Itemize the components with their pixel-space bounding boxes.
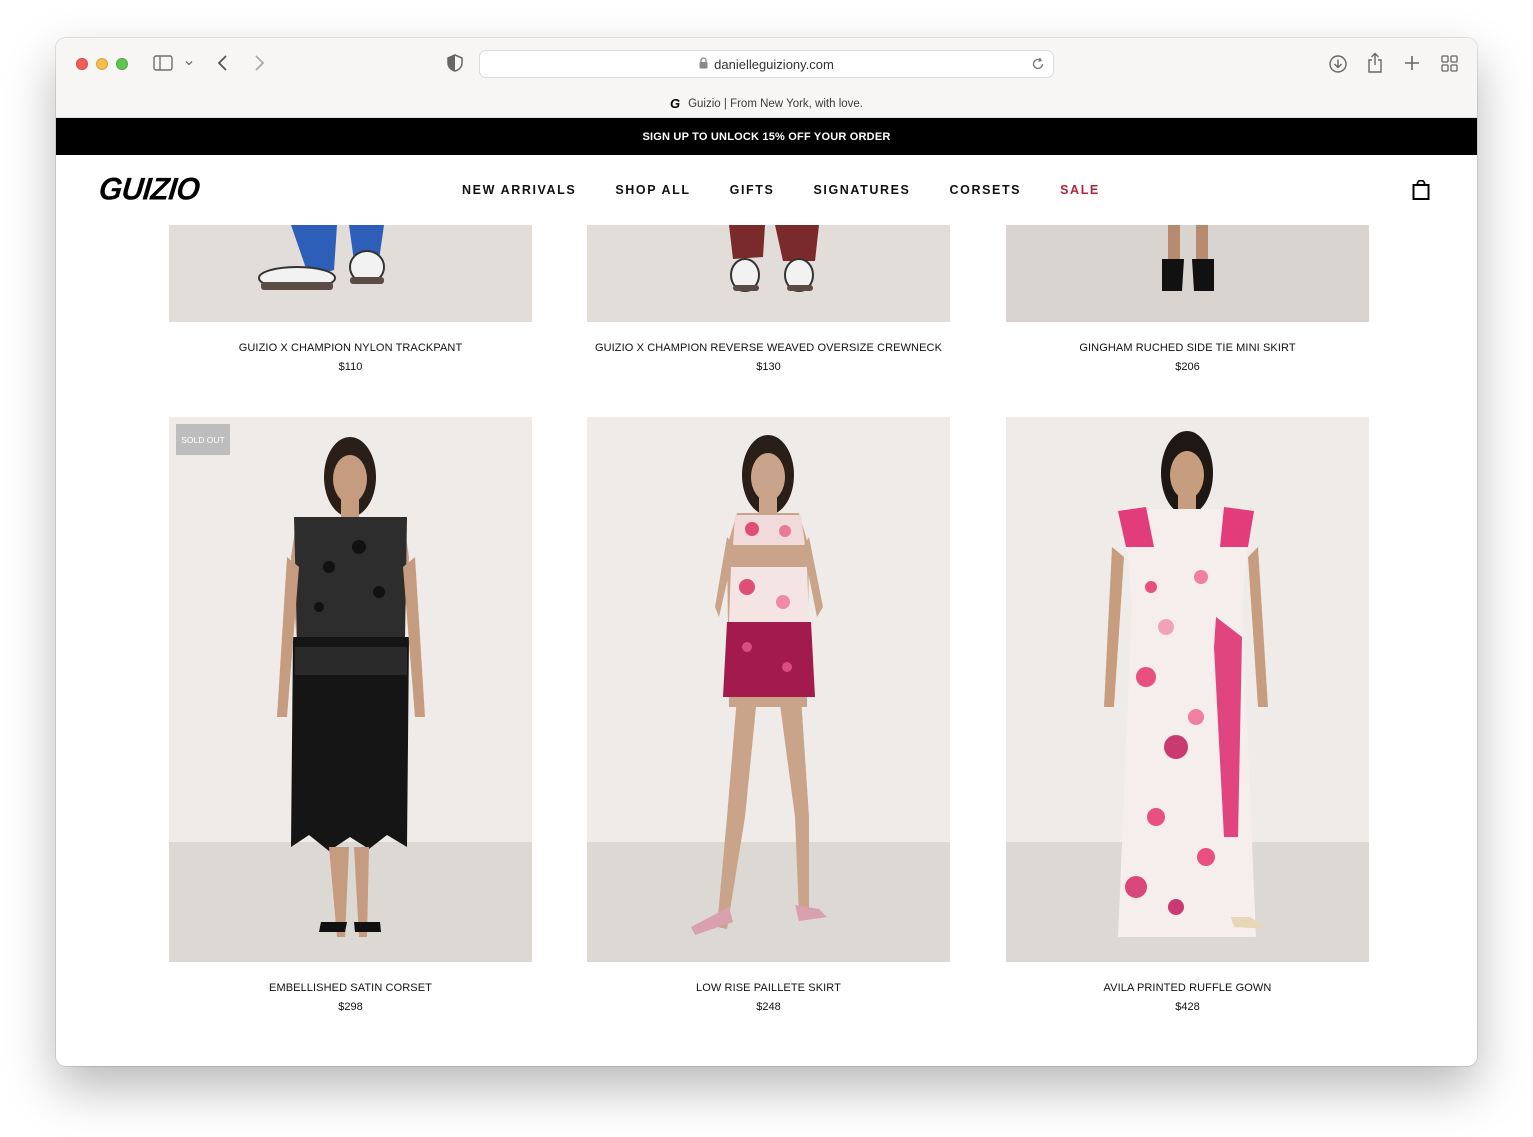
new-tab-plus-icon[interactable] [1404,55,1420,71]
zoom-window-button[interactable] [116,58,128,70]
product-image[interactable] [1006,417,1369,962]
product-image[interactable] [587,417,950,962]
product-image[interactable] [1006,225,1369,322]
favicon: G [669,96,681,111]
product-name[interactable]: GUIZIO X CHAMPION NYLON TRACKPANT [169,342,532,354]
lock-icon [699,56,708,72]
product-card[interactable]: AVILA PRINTED RUFFLE GOWN $428 [1006,417,1369,1013]
nav-corsets[interactable]: CORSETS [950,183,1022,197]
product-card[interactable]: GUIZIO X CHAMPION REVERSE WEAVED OVERSIZ… [587,225,950,373]
forward-arrow-icon[interactable] [252,54,266,72]
product-price: $428 [1175,1001,1200,1013]
product-card[interactable]: GINGHAM RUCHED SIDE TIE MINI SKIRT $206 [1006,225,1369,373]
reload-icon[interactable] [1031,57,1045,74]
nav-new-arrivals[interactable]: NEW ARRIVALS [462,183,576,197]
nav-gifts[interactable]: GIFTS [730,183,775,197]
nav-signatures[interactable]: SIGNATURES [813,183,910,197]
product-name[interactable]: LOW RISE PAILLETE SKIRT [587,982,950,994]
product-price: $206 [1175,361,1200,373]
product-card[interactable]: LOW RISE PAILLETE SKIRT $248 [587,417,950,1013]
back-arrow-icon[interactable] [216,54,230,72]
downloads-icon[interactable] [1328,54,1348,74]
promo-banner[interactable]: SIGN UP TO UNLOCK 15% OFF YOUR ORDER [56,118,1477,155]
product-price: $298 [338,1001,363,1013]
product-price: $248 [756,1001,781,1013]
address-bar[interactable]: danielleguiziony.com [479,50,1054,78]
url-text: danielleguiziony.com [714,56,834,72]
tab-overview-icon[interactable] [1441,55,1458,72]
web-page: SIGN UP TO UNLOCK 15% OFF YOUR ORDER GUI… [56,118,1477,1066]
shopping-bag-icon[interactable] [1412,179,1430,205]
nav-sale[interactable]: SALE [1060,183,1100,197]
product-image[interactable]: SOLD OUT [169,417,532,962]
product-image[interactable] [169,225,532,322]
site-header: GUIZIO NEW ARRIVALS SHOP ALL GIFTS SIGNA… [56,155,1477,225]
product-name[interactable]: GINGHAM RUCHED SIDE TIE MINI SKIRT [1006,342,1369,354]
active-tab[interactable]: G Guizio | From New York, with love. [56,90,1477,118]
privacy-shield-icon[interactable] [447,54,463,72]
sold-out-badge: SOLD OUT [176,424,230,455]
share-icon[interactable] [1367,52,1383,74]
product-name[interactable]: AVILA PRINTED RUFFLE GOWN [1006,982,1369,994]
title-bar: danielleguiziony.com [56,38,1477,90]
chevron-down-icon[interactable] [184,58,194,68]
product-name[interactable]: GUIZIO X CHAMPION REVERSE WEAVED OVERSIZ… [587,342,950,354]
browser-window: danielleguiziony.com G Guizio | From New… [56,38,1477,1066]
sidebar-toggle-icon[interactable] [153,55,173,71]
nav-shop-all[interactable]: SHOP ALL [615,183,690,197]
product-name[interactable]: EMBELLISHED SATIN CORSET [169,982,532,994]
minimize-window-button[interactable] [96,58,108,70]
close-window-button[interactable] [76,58,88,70]
product-card[interactable]: GUIZIO X CHAMPION NYLON TRACKPANT $110 [169,225,532,373]
tab-title: Guizio | From New York, with love. [688,97,864,110]
product-price: $110 [338,361,363,373]
product-card[interactable]: SOLD OUT EMBELLISHED SATIN CORSET $298 [169,417,532,1013]
product-image[interactable] [587,225,950,322]
site-logo[interactable]: GUIZIO [97,172,201,208]
main-nav: NEW ARRIVALS SHOP ALL GIFTS SIGNATURES C… [462,155,1139,225]
product-price: $130 [756,361,781,373]
